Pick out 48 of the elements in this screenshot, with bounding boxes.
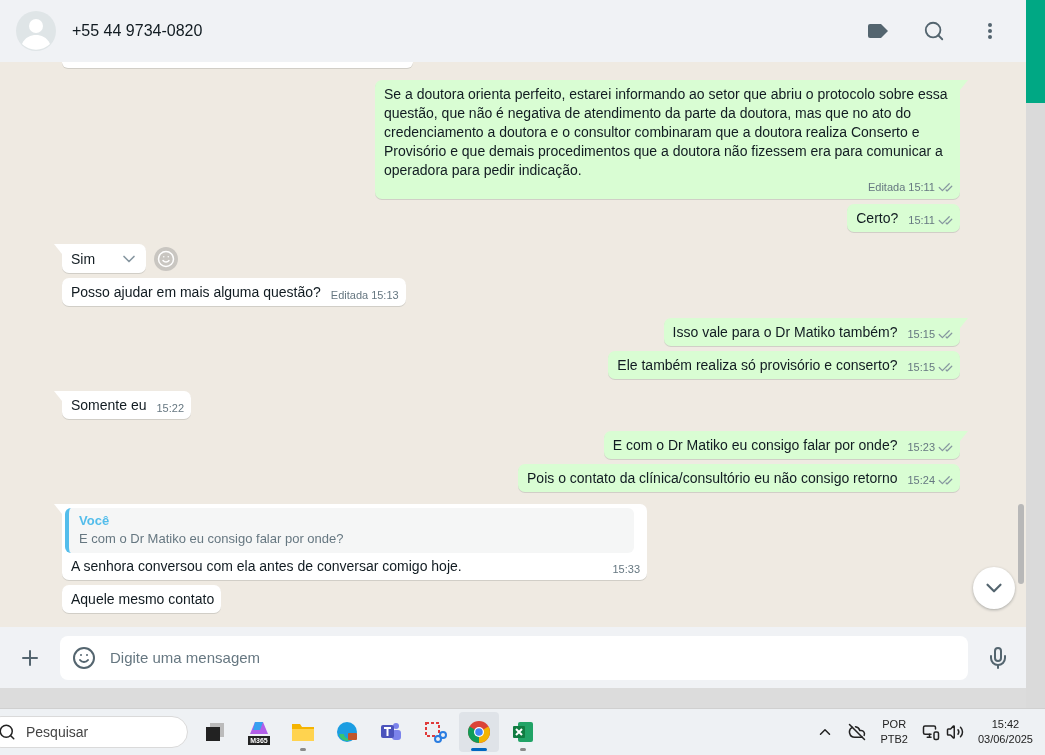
scrollbar-thumb[interactable] (1018, 504, 1024, 584)
message-text: A senhora conversou com ela antes de conversar comigo hoje. (71, 557, 462, 576)
message-time: 15:15 (907, 361, 935, 374)
scroll-down-button[interactable] (973, 567, 1015, 609)
message-text: Ele também realiza só provisório e conserto? (617, 356, 898, 375)
message-text: Se a doutora orienta perfeito, estarei informando ao setor que abriu o protocolo sobre essa questão, que não é negativa de atendimento da parte da doutora, mas que no ato do credenciamento a doutora e o consultor combinaram que a doutora realiza Conserto e Provisório e que demais procedimentos que a doutora não fizessem era para comunicar a operadora para pedir indicação. (384, 85, 949, 180)
clock[interactable]: 15:42 03/06/2025 (977, 717, 1033, 747)
folder-icon (291, 721, 315, 743)
message-time: 15:23 (907, 441, 935, 454)
message-time: 15:11 (908, 181, 935, 194)
message-text: Certo? (856, 209, 899, 228)
spreadsheet-icon (511, 720, 535, 744)
search-box[interactable]: Pesquisar (0, 716, 188, 748)
message-time: 15:15 (907, 328, 935, 341)
message-text: Pois o contato da clínica/consultório eu não consigo retorno (527, 469, 898, 488)
sticker-icon[interactable] (72, 645, 96, 670)
windows-icon (204, 721, 226, 743)
quote-text: E com o Dr Matiko eu consigo falar por onde? (79, 530, 345, 548)
cloud-off-icon[interactable] (848, 723, 867, 741)
search-icon (0, 723, 16, 741)
message-text: Sim (71, 250, 96, 269)
network-icon[interactable] (921, 723, 940, 741)
menu-icon (988, 23, 992, 39)
globe-icon (335, 720, 359, 744)
search-input[interactable]: Pesquisar (24, 723, 164, 741)
quoted-message[interactable]: Você E com o Dr Matiko eu consigo falar por onde? (65, 508, 634, 553)
message-text: Aquele mesmo contato (71, 590, 215, 609)
message-time: 15:24 (907, 474, 935, 487)
tag-icon (868, 24, 888, 38)
message-time: 15:13 (371, 289, 399, 302)
people-icon (379, 721, 403, 743)
quote-author: Você (79, 512, 111, 530)
message-box[interactable]: Digite uma mensagem (60, 635, 968, 680)
scissors-icon (423, 720, 447, 744)
message-time: 15:22 (156, 402, 185, 415)
message-text: Posso ajudar em mais alguma questão? (71, 283, 321, 302)
message-time: 15:11 (908, 214, 935, 227)
browser-icon (467, 720, 491, 744)
edited-label: Editada (330, 289, 369, 302)
message-text: Isso vale para o Dr Matiko também? (672, 323, 898, 342)
input-language[interactable]: POR PTB2 (880, 717, 908, 747)
m365-icon (247, 719, 271, 736)
message-text: Somente eu (71, 396, 147, 415)
message-time: 15:33 (612, 563, 640, 576)
message-text: E com o Dr Matiko eu consigo falar por onde? (612, 436, 898, 455)
edited-label: Editada (867, 181, 906, 194)
volume-icon[interactable] (945, 723, 964, 741)
search-icon (923, 20, 945, 42)
